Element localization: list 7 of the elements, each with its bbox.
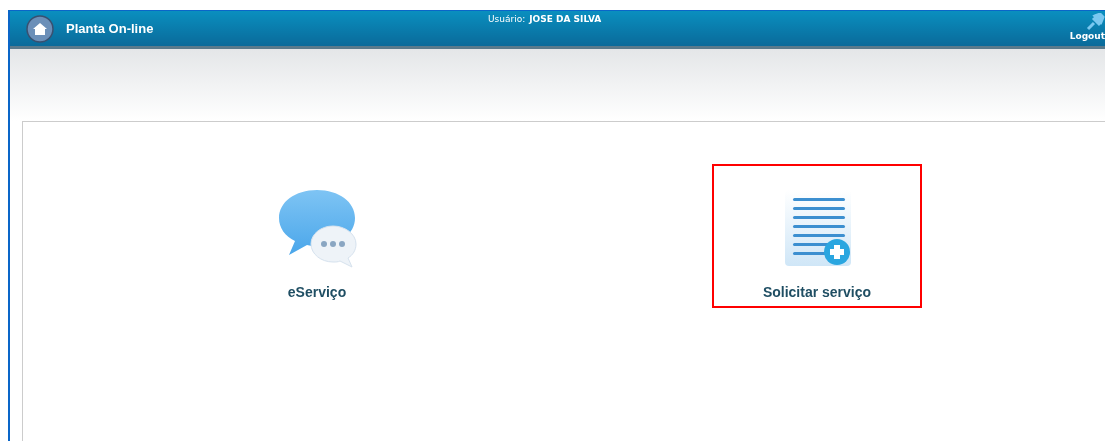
service-tile[interactable]: Solicitar serviço [712,164,922,308]
home-icon[interactable] [26,14,54,43]
user-label: Usuário: [488,14,526,24]
user-name: JOSE DA SILVA [529,14,602,24]
logout-button[interactable]: Logout [1069,13,1105,41]
service-tile[interactable]: eServiço [212,164,422,308]
app-title: Planta On-line [66,21,154,36]
